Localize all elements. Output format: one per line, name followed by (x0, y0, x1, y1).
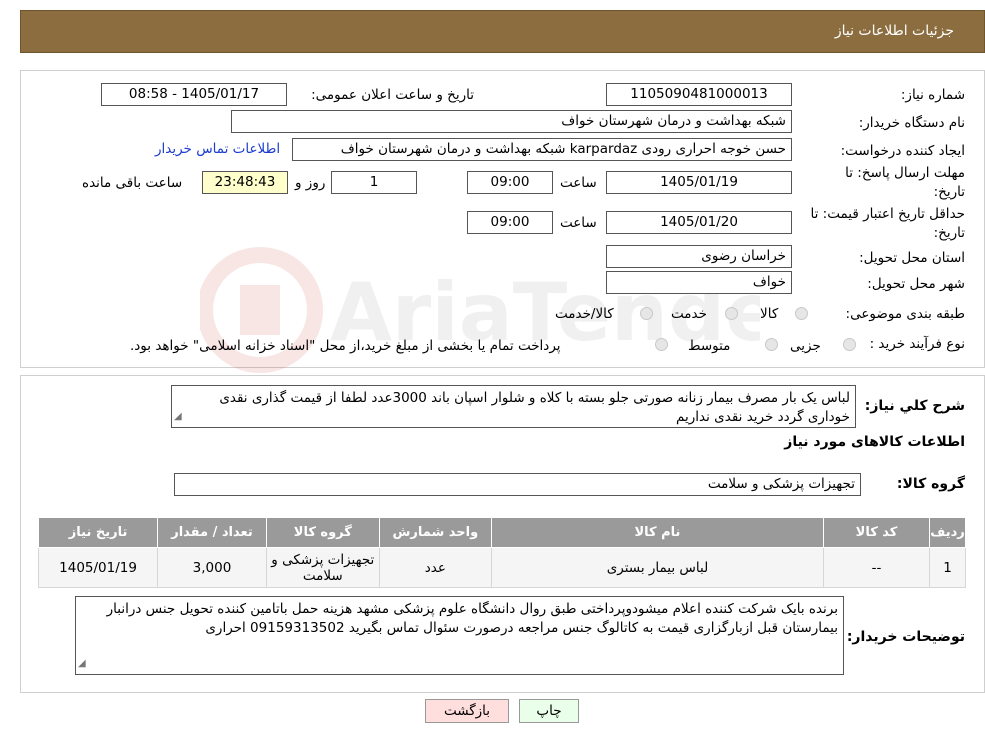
deadline-time-field: 09:00 (467, 171, 553, 194)
summary-label: شرح کلي نياز: (864, 398, 965, 414)
col-qty: تعداد / مقدار (157, 517, 267, 548)
cell-qty: 3,000 (157, 547, 267, 588)
radio-goods-service[interactable] (640, 307, 653, 320)
days-field: 1 (331, 171, 417, 194)
page-header: جزئیات اطلاعات نیاز (20, 10, 985, 53)
col-unit: واحد شمارش (378, 517, 492, 548)
page-title: جزئیات اطلاعات نیاز (834, 23, 954, 39)
cell-unit: عدد (378, 547, 492, 588)
radio-medium[interactable] (765, 338, 778, 351)
deadline-label-2: تاریخ: (933, 184, 965, 200)
notes-text: برنده بایک شرکت کننده اعلام میشودوپرداخت… (106, 601, 838, 636)
goods-group-label: گروه کالا: (896, 476, 965, 492)
cell-date: 1405/01/19 (37, 547, 159, 588)
requester-field: حسن خوجه احراری رودی karpardaz شبکه بهدا… (292, 138, 792, 161)
requester-label: ایجاد کننده درخواست: (840, 143, 965, 159)
radio-service[interactable] (725, 307, 738, 320)
validity-date-field: 1405/01/20 (606, 211, 792, 234)
radio-medium-label: متوسط (688, 338, 731, 354)
deadline-label: مهلت ارسال پاسخ: تا (845, 165, 965, 181)
radio-goods-service-label: کالا/خدمت (555, 306, 614, 322)
summary-text: لباس یک بار مصرف بیمار زنانه صورتی جلو ب… (219, 390, 850, 425)
radio-treasury[interactable] (655, 338, 668, 351)
radio-minor[interactable] (843, 338, 856, 351)
cell-group: تجهیزات پزشکی و سلامت (265, 547, 380, 588)
resize-grip-icon[interactable]: ◢ (78, 654, 86, 673)
validity-label-2: تاریخ: (933, 225, 965, 241)
notes-textarea[interactable]: برنده بایک شرکت کننده اعلام میشودوپرداخت… (75, 596, 844, 675)
days-label: روز و (295, 175, 326, 191)
remaining-label: ساعت باقی مانده (82, 175, 183, 191)
summary-textarea[interactable]: لباس یک بار مصرف بیمار زنانه صورتی جلو ب… (171, 385, 856, 428)
cell-code: -- (822, 547, 931, 588)
cell-row: 1 (929, 547, 966, 588)
city-label: شهر محل تحویل: (867, 276, 965, 292)
cell-name: لباس بیمار بستری (490, 547, 824, 588)
col-row: ردیف (929, 517, 966, 548)
city-field: خواف (606, 271, 792, 294)
goods-info-title: اطلاعات کالاهای مورد نیاز (784, 434, 965, 450)
category-label: طبقه بندی موضوعی: (845, 306, 965, 322)
validity-label: حداقل تاریخ اعتبار قیمت: تا (810, 206, 965, 222)
col-group: گروه کالا (265, 517, 380, 548)
process-label: نوع فرآیند خرید : (869, 336, 965, 352)
need-number-field: 1105090481000013 (606, 83, 792, 106)
table-row: 1 -- لباس بیمار بستری عدد تجهیزات پزشکی … (37, 547, 966, 588)
deadline-time-label: ساعت (560, 175, 597, 191)
table-header-row: ردیف کد کالا نام کالا واحد شمارش گروه کا… (37, 517, 966, 548)
col-name: نام کالا (490, 517, 824, 548)
col-date: تاریخ نیاز (37, 517, 159, 548)
radio-goods[interactable] (795, 307, 808, 320)
goods-table: ردیف کد کالا نام کالا واحد شمارش گروه کا… (37, 517, 966, 588)
announce-label: تاریخ و ساعت اعلان عمومی: (311, 87, 474, 103)
print-button[interactable]: چاپ (519, 699, 579, 723)
buyer-org-label: نام دستگاه خریدار: (858, 115, 965, 131)
radio-goods-label: کالا (760, 306, 779, 322)
buyer-org-field: شبکه بهداشت و درمان شهرستان خواف (231, 110, 792, 133)
back-button[interactable]: بازگشت (425, 699, 509, 723)
resize-grip-icon[interactable]: ◢ (174, 407, 182, 426)
contact-info-link[interactable]: اطلاعات تماس خریدار (155, 141, 280, 157)
validity-time-field: 09:00 (467, 211, 553, 234)
goods-group-field: تجهیزات پزشکی و سلامت (174, 473, 861, 496)
province-label: استان محل تحویل: (859, 250, 965, 266)
process-note: پرداخت تمام یا بخشی از مبلغ خرید،از محل … (130, 338, 561, 354)
announce-field: 1405/01/17 - 08:58 (101, 83, 287, 106)
radio-service-label: خدمت (671, 306, 707, 322)
remaining-time-field: 23:48:43 (202, 171, 288, 194)
deadline-date-field: 1405/01/19 (606, 171, 792, 194)
notes-label: توضیحات خریدار: (846, 629, 965, 645)
need-number-label: شماره نیاز: (900, 87, 965, 103)
province-field: خراسان رضوی (606, 245, 792, 268)
radio-minor-label: جزیی (790, 338, 821, 354)
col-code: کد کالا (822, 517, 931, 548)
validity-time-label: ساعت (560, 215, 597, 231)
